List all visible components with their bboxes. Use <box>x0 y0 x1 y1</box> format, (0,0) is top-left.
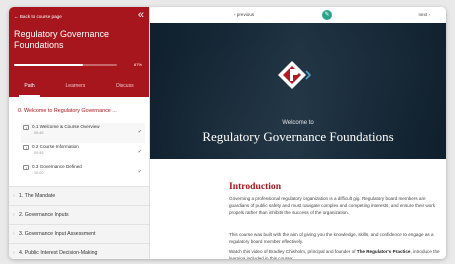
video-lesson-icon <box>23 165 29 170</box>
company-link[interactable]: The Regulator's Practice <box>357 249 411 254</box>
section-heading: Introduction <box>229 181 282 192</box>
edit-pencil-icon[interactable]: ✎ <box>322 10 332 20</box>
section-item[interactable]: › 1. The Mandate <box>9 186 149 207</box>
section-item[interactable]: › 4. Public Interest Decision-Making <box>9 243 149 259</box>
lesson-nav-bar: ‹ previous ✎ next › <box>150 7 446 24</box>
hero-banner: Welcome to Regulatory Governance Foundat… <box>150 23 446 159</box>
lesson-title: 0.2 Course Information <box>32 144 79 149</box>
hero-welcome: Welcome to <box>282 120 314 126</box>
section-item[interactable]: › 2. Governance Inputs <box>9 205 149 226</box>
section-title: 2. Governance Inputs <box>19 212 69 218</box>
paragraph: This course was built with the aim of gi… <box>229 232 434 244</box>
course-progress-bar <box>14 64 117 66</box>
lesson-duration: 00:45 <box>34 131 44 135</box>
section-title: 3. Governance Input Assessment <box>19 231 96 237</box>
check-icon: ✓ <box>137 129 142 135</box>
lesson-title: 0.1 Welcome & Course Overview <box>32 124 100 129</box>
chevron-right-icon: › <box>13 250 15 256</box>
tab-learners[interactable]: Learners <box>66 79 86 97</box>
tab-discuss[interactable]: Discuss <box>116 79 134 97</box>
course-sidebar: ← Back to course page « Regulatory Gover… <box>9 7 150 259</box>
paragraph: Watch this video of Bradley Chisholm, pr… <box>229 248 441 259</box>
hero-title: Regulatory Governance Foundations <box>202 129 394 144</box>
back-to-course-link[interactable]: ← Back to course page <box>14 14 62 19</box>
lesson-main: ‹ previous ✎ next › Welcome to Regulator… <box>150 7 446 259</box>
course-title: Regulatory Governance Foundations <box>14 29 110 50</box>
collapse-sidebar-icon[interactable]: « <box>138 10 144 21</box>
next-button[interactable]: next › <box>419 12 431 17</box>
lesson-item[interactable]: 0.3 Governance Defined 10:00 ✓ <box>21 163 145 183</box>
course-progress-label: 67% <box>133 62 142 67</box>
lesson-item[interactable]: 0.2 Course Information 00:45 ✓ <box>21 143 145 163</box>
previous-button[interactable]: ‹ previous <box>234 12 254 17</box>
sidebar-tabs: Path Learners Discuss <box>9 79 149 97</box>
app-window: ← Back to course page « Regulatory Gover… <box>9 7 446 259</box>
video-lesson-icon <box>23 145 29 150</box>
lesson-duration: 10:00 <box>34 171 44 175</box>
section-item[interactable]: › 3. Governance Input Assessment <box>9 224 149 245</box>
chevron-right-icon: › <box>13 212 15 218</box>
check-icon: ✓ <box>137 169 142 175</box>
regulators-practice-logo <box>278 61 312 89</box>
lesson-duration: 00:45 <box>34 151 44 155</box>
section-title: 1. The Mandate <box>19 193 56 199</box>
lesson-title: 0.3 Governance Defined <box>32 164 82 169</box>
tab-path[interactable]: Path <box>19 79 41 97</box>
course-progress-fill <box>14 64 83 66</box>
lesson-item[interactable]: 0.1 Welcome & Course Overview 00:45 ✓ <box>21 123 145 143</box>
paragraph: Governing a professional regulatory orga… <box>229 196 436 215</box>
sidebar-header: ← Back to course page « Regulatory Gover… <box>9 7 149 97</box>
paragraph-text: Watch this video of Bradley Chisholm, pr… <box>229 249 357 254</box>
section-title-0[interactable]: 0. Welcome to Regulatory Governance ... <box>18 108 117 114</box>
chevron-right-icon: › <box>13 193 15 199</box>
check-icon: ✓ <box>137 149 142 155</box>
chevron-right-icon: › <box>13 231 15 237</box>
video-lesson-icon <box>23 125 29 130</box>
section-title: 4. Public Interest Decision-Making <box>19 250 98 256</box>
